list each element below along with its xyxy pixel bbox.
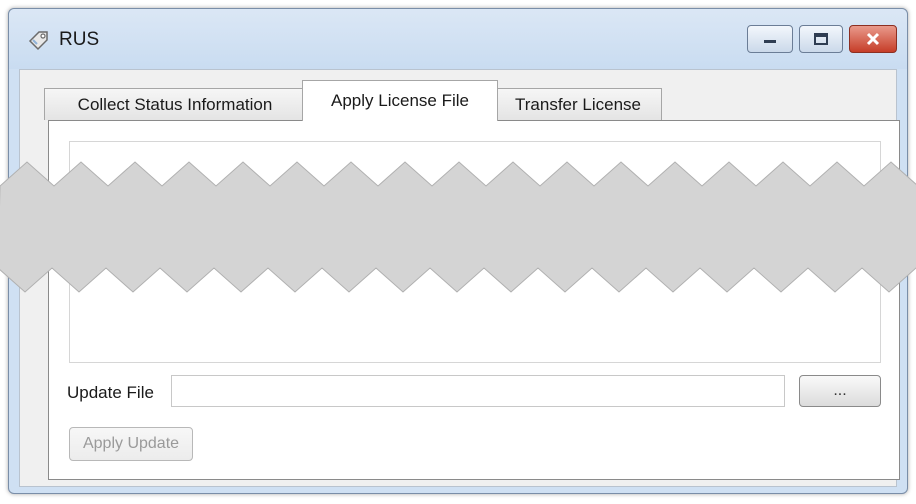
key-tag-icon	[28, 31, 48, 51]
torn-edge-overlay	[0, 161, 916, 293]
tab-label: Apply License File	[331, 91, 469, 110]
maximize-button[interactable]	[799, 25, 843, 53]
tab-label: Transfer License	[515, 94, 641, 114]
title-bar[interactable]: RUS	[9, 9, 907, 69]
apply-update-button[interactable]: Apply Update	[69, 427, 193, 461]
maximize-icon	[814, 33, 828, 45]
tab-collect-status[interactable]: Collect Status Information	[44, 88, 306, 120]
minimize-icon	[764, 40, 776, 43]
update-file-input[interactable]	[171, 375, 785, 407]
window-title: RUS	[59, 29, 100, 50]
minimize-button[interactable]	[747, 25, 793, 53]
tab-apply-license-file[interactable]: Apply License File	[302, 80, 498, 121]
close-button[interactable]	[849, 25, 897, 53]
browse-button[interactable]: ...	[799, 375, 881, 407]
tab-transfer-license[interactable]: Transfer License	[494, 88, 662, 120]
close-icon	[866, 32, 880, 46]
tab-label: Collect Status Information	[77, 94, 273, 114]
update-file-label: Update File	[67, 383, 154, 402]
